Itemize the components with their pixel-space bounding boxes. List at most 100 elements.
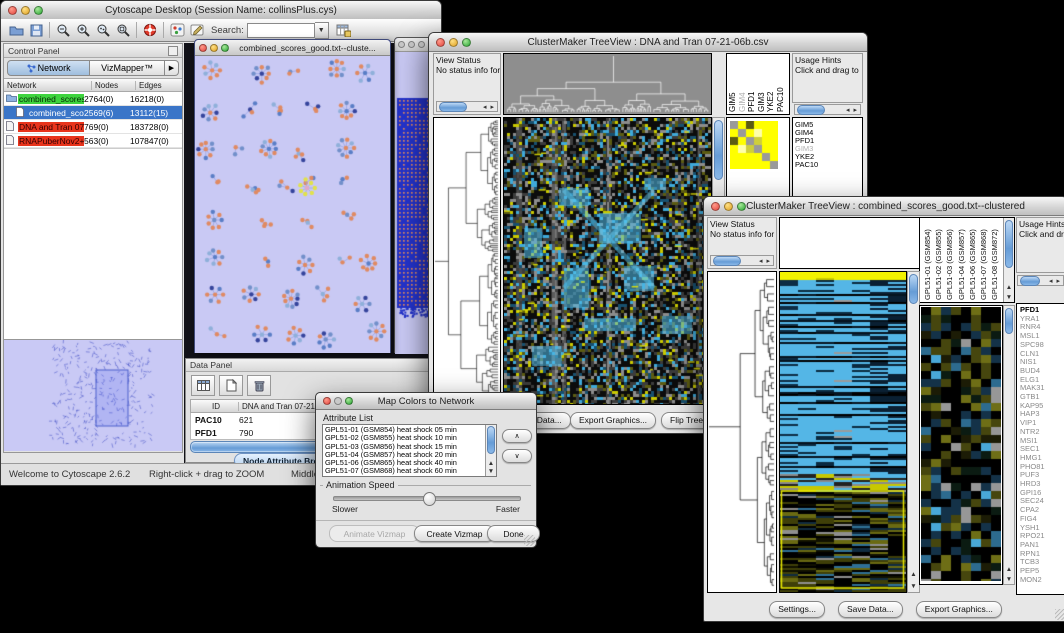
array-label[interactable]: GPL51-01 (GSM854) — [922, 220, 933, 300]
network-row[interactable]: combined_scores2764(0)16218(0) — [4, 92, 182, 106]
zoom-view-vscrollbar[interactable]: ▲ ▼ — [1003, 305, 1015, 585]
delete-attribute-icon[interactable] — [247, 375, 271, 396]
import-table-icon[interactable] — [334, 22, 354, 39]
scrollbar-thumb[interactable] — [487, 426, 495, 454]
column-labels-panel[interactable]: GPL51-01 (GSM854)GPL51-02 (GSM855)GPL51-… — [919, 217, 1015, 303]
network-tree-empty-area[interactable] — [4, 148, 182, 339]
zoom-heatmap-canvas[interactable] — [921, 307, 1001, 581]
save-data-button[interactable]: Save Data... — [838, 601, 903, 618]
view-status-scrollbar[interactable]: ◂ ▸ — [436, 101, 498, 112]
row-dendrogram-panel[interactable] — [707, 271, 777, 593]
birdseye-view[interactable] — [4, 339, 182, 452]
heatmap-canvas[interactable] — [504, 118, 711, 404]
array-label[interactable]: GIM5 — [728, 56, 738, 112]
zoom-fit-icon[interactable] — [113, 22, 133, 39]
scrollbar-thumb[interactable] — [797, 105, 825, 115]
resize-grip[interactable] — [1055, 609, 1064, 620]
row-dendrogram-canvas[interactable] — [708, 272, 776, 592]
minimize-icon[interactable] — [449, 38, 458, 47]
array-label[interactable]: PAC10 — [776, 56, 786, 112]
close-icon[interactable] — [711, 202, 720, 211]
animation-speed-slider[interactable] — [333, 496, 521, 501]
network-row[interactable]: DNA and Tran 07769(0)183728(0) — [4, 120, 182, 134]
export-graphics-button[interactable]: Export Graphics... — [916, 601, 1002, 618]
view-status-scrollbar[interactable]: ◂ ▸ — [710, 255, 774, 266]
scrollbar-down-icon[interactable]: ▼ — [1004, 294, 1014, 301]
birdseye-canvas[interactable] — [4, 340, 182, 451]
gene-label[interactable]: MON2 — [1020, 576, 1064, 585]
scrollbar-thumb[interactable] — [439, 102, 467, 112]
open-file-icon[interactable] — [6, 22, 26, 39]
heatmap-panel[interactable] — [503, 117, 712, 405]
scrollbar-thumb[interactable] — [713, 256, 741, 266]
array-label[interactable]: GIM4 — [738, 56, 748, 112]
scrollbar-down-icon[interactable]: ▼ — [908, 583, 919, 590]
save-icon[interactable] — [26, 22, 46, 39]
dialog-titlebar[interactable]: Map Colors to Network — [316, 393, 536, 410]
minimize-icon[interactable] — [210, 44, 218, 52]
scrollbar-down-icon[interactable]: ▼ — [1004, 576, 1014, 583]
minimize-icon[interactable] — [724, 202, 733, 211]
array-label[interactable]: GPL51-02 (GSM855) — [933, 220, 944, 300]
array-label[interactable]: GPL51-06 (GSM865) — [967, 220, 978, 300]
heatmap-panel[interactable] — [779, 271, 907, 593]
scrollbar-thumb[interactable] — [1005, 308, 1013, 334]
main-titlebar[interactable]: Cytoscape Desktop (Session Name: collins… — [1, 1, 441, 20]
zoom-view-panel[interactable] — [919, 305, 1003, 585]
row-dendrogram-canvas[interactable] — [434, 118, 500, 404]
zoom-out-icon[interactable] — [53, 22, 73, 39]
help-icon[interactable] — [140, 22, 160, 39]
attribute-list[interactable]: GPL51-01 (GSM854) heat shock 05 minGPL51… — [322, 424, 497, 477]
data-col-id[interactable]: ID — [191, 402, 239, 411]
array-label[interactable]: YKE2 — [766, 56, 776, 112]
tab-network[interactable]: Network — [7, 60, 90, 76]
new-attribute-icon[interactable] — [219, 375, 243, 396]
network-row[interactable]: combined_sco2569(6)13112(15) — [4, 106, 182, 120]
attribute-item[interactable]: GPL51-07 (GSM868) heat shock 60 min — [325, 467, 484, 475]
minimize-icon[interactable] — [334, 397, 342, 405]
array-label[interactable]: GIM3 — [757, 56, 767, 112]
create-vizmap-button[interactable]: Create Vizmap — [414, 525, 495, 542]
animate-vizmap-button[interactable]: Animate Vizmap — [329, 525, 420, 542]
scrollbar-arrows[interactable]: ◂ ▸ — [759, 257, 773, 265]
scrollbar-arrows[interactable]: ◂ ▸ — [483, 103, 497, 111]
array-label[interactable]: GPL51-03 (GSM856) — [944, 220, 955, 300]
zoom-window-icon[interactable] — [462, 38, 471, 47]
scrollbar-arrows[interactable]: ◂ ▸ — [1049, 277, 1063, 285]
scrollbar-down-icon[interactable]: ▼ — [486, 468, 496, 475]
close-icon[interactable] — [199, 44, 207, 52]
array-label[interactable]: PFD1 — [747, 56, 757, 112]
scrollbar-thumb[interactable] — [714, 120, 723, 180]
close-icon[interactable] — [323, 397, 331, 405]
zoom-window-icon[interactable] — [345, 397, 353, 405]
row-dendrogram-panel[interactable] — [433, 117, 501, 405]
col-edges[interactable]: Edges — [136, 81, 182, 90]
zoom-matrix-canvas[interactable] — [730, 121, 778, 169]
scrollbar-up-icon[interactable]: ▲ — [1004, 566, 1014, 573]
column-dendrogram-panel[interactable] — [503, 53, 712, 115]
treeview-top-titlebar[interactable]: ClusterMaker TreeView : DNA and Tran 07-… — [429, 33, 867, 52]
network-row[interactable]: RNAPuberNov2+|563(0)107847(0) — [4, 134, 182, 148]
close-icon[interactable] — [398, 41, 405, 48]
close-icon[interactable] — [436, 38, 445, 47]
zoom-window-icon[interactable] — [418, 41, 425, 48]
window-controls[interactable] — [8, 6, 43, 15]
zoom-window-icon[interactable] — [34, 6, 43, 15]
gene-labels-panel[interactable]: PFD1YRA1RNR4MSL1SPC98CLN1NIS1BUD4ELG1MAK… — [1016, 303, 1064, 595]
float-panel-icon[interactable] — [168, 46, 178, 56]
settings-button[interactable]: Settings... — [769, 601, 825, 618]
move-up-button[interactable]: ∧ — [502, 429, 532, 443]
zoom-window-icon[interactable] — [221, 44, 229, 52]
column-dendrogram-panel[interactable] — [779, 217, 920, 269]
gene-label[interactable]: PAC10 — [795, 161, 860, 169]
tab-vizmapper[interactable]: VizMapper™ — [90, 60, 165, 76]
zoom-selected-icon[interactable] — [93, 22, 113, 39]
minimize-icon[interactable] — [21, 6, 30, 15]
usage-hints-scrollbar[interactable]: ◂ ▸ — [1017, 275, 1064, 286]
scrollbar-up-icon[interactable]: ▲ — [1004, 284, 1014, 291]
array-label[interactable]: GPL51-08 (GSM872) — [989, 220, 1000, 300]
column-dendrogram-canvas[interactable] — [504, 54, 711, 114]
search-input[interactable] — [247, 23, 315, 38]
zoom-in-icon[interactable] — [73, 22, 93, 39]
export-graphics-button[interactable]: Export Graphics... — [570, 412, 656, 429]
